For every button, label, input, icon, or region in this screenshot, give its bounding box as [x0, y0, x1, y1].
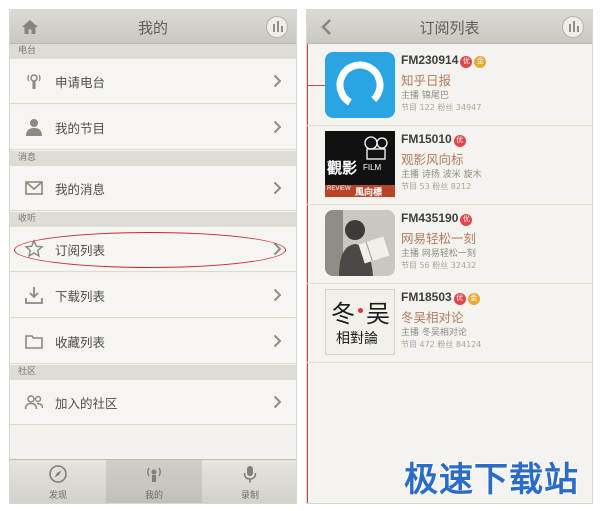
tab-record-label: 录制	[240, 491, 259, 501]
thumb-text: FILM	[363, 163, 382, 172]
subscription-item[interactable]: FM435190 优 网易轻松一刻 主播 网易轻松一刻 节目 56 粉丝 3243…	[307, 206, 592, 284]
thumb-text: 吴	[366, 300, 390, 328]
channel-stats: 节目 53 粉丝 8212	[401, 182, 472, 191]
verified-badge: 优	[453, 293, 466, 305]
section-community: 社区	[10, 365, 296, 380]
reading-man-thumbnail	[325, 210, 395, 276]
apply-radio-item[interactable]: 申请电台	[10, 59, 296, 104]
section-messages: 消息	[10, 151, 296, 166]
film-camera-icon	[364, 136, 388, 160]
compass-icon	[49, 465, 67, 483]
group-icon	[24, 395, 44, 410]
bottom-tab-bar: 发现 我的 录制	[10, 459, 296, 503]
my-programs-label: 我的节目	[55, 121, 106, 136]
envelope-icon	[25, 181, 43, 195]
site-watermark: 极速下载站	[404, 460, 579, 500]
fm-number: FM15010 优	[401, 132, 466, 147]
channel-name: 冬吴相对论	[401, 310, 464, 325]
film-review-thumbnail: 觀影 FILM REVIEW 風向標	[325, 131, 395, 197]
chevron-right-icon	[273, 395, 282, 409]
channel-host: 主播 网易轻松一刻	[401, 249, 476, 259]
channel-name: 观影风向标	[401, 152, 464, 167]
microphone-icon	[243, 466, 257, 483]
favorites-item[interactable]: 收藏列表	[10, 319, 296, 364]
tab-discover-label: 发现	[48, 491, 67, 501]
subscription-item[interactable]: 觀影 FILM REVIEW 風向標 FM15010 优 观影风向标 主播 诗扬 …	[307, 127, 592, 205]
joined-communities-label: 加入的社区	[55, 396, 118, 411]
left-top-bar: 我的	[10, 10, 296, 44]
thumb-text: 風向標	[355, 188, 383, 197]
thumb-text: 冬	[331, 300, 355, 328]
downloads-item[interactable]: 下载列表	[10, 273, 296, 318]
channel-host: 主播 诗扬 波米 旋木	[401, 170, 482, 180]
dongwu-thumbnail: 冬 吴 相對論	[325, 289, 395, 355]
section-radio: 电台	[10, 44, 296, 59]
thumb-text: REVIEW	[327, 186, 351, 192]
highlight-oval	[14, 232, 286, 268]
downloads-label: 下载列表	[55, 289, 106, 304]
subscription-item[interactable]: 冬 吴 相對論 FM18503 优金 冬吴相对论 主播 冬吴相对论 节目 472 …	[307, 285, 592, 363]
thumb-text: 觀影	[327, 159, 358, 177]
folder-icon	[25, 335, 43, 349]
channel-name: 网易轻松一刻	[401, 231, 477, 246]
tab-record[interactable]: 录制	[202, 460, 296, 503]
channel-stats: 节目 472 粉丝 84124	[401, 340, 482, 349]
thumb-text: 相對論	[336, 331, 378, 347]
fm-number: FM230914 优金	[401, 53, 487, 68]
chevron-right-icon	[273, 334, 282, 348]
channel-host: 主播 冬吴相对论	[401, 328, 467, 338]
my-messages-item[interactable]: 我的消息	[10, 166, 296, 211]
chevron-right-icon	[273, 181, 282, 195]
section-listen: 收听	[10, 212, 296, 227]
chevron-right-icon	[273, 288, 282, 302]
fm-number: FM435190 优	[401, 211, 473, 226]
gold-badge: 金	[467, 293, 480, 305]
zhihu-logo-thumbnail	[325, 52, 395, 118]
channel-host: 主播 锦尾巴	[401, 91, 449, 101]
favorites-label: 收藏列表	[55, 335, 106, 350]
verified-badge: 优	[453, 135, 466, 147]
red-dot	[358, 308, 363, 313]
channel-stats: 节目 122 粉丝 34947	[401, 103, 482, 112]
page-title: 我的	[137, 19, 168, 37]
joined-communities-item[interactable]: 加入的社区	[10, 380, 296, 425]
subscription-list-screen: 订阅列表 FM230914 优金 知乎日报 主播 锦尾巴 节目 122 粉丝 34…	[306, 9, 593, 504]
reading-man-photo	[325, 210, 395, 276]
chevron-right-icon	[273, 120, 282, 134]
tab-mine[interactable]: 我的	[106, 460, 202, 503]
apply-radio-label: 申请电台	[55, 75, 106, 90]
subscription-item[interactable]: FM230914 优金 知乎日报 主播 锦尾巴 节目 122 粉丝 34947	[307, 48, 592, 126]
equalizer-icon[interactable]	[562, 16, 584, 38]
right-top-bar: 订阅列表	[307, 10, 592, 44]
channel-stats: 节目 56 粉丝 32432	[401, 261, 477, 270]
verified-badge: 优	[460, 214, 473, 226]
download-icon	[25, 287, 43, 304]
gold-badge: 金	[474, 56, 487, 68]
my-messages-label: 我的消息	[55, 182, 106, 197]
radio-tower-icon	[147, 467, 161, 482]
verified-badge: 优	[460, 56, 473, 68]
page-title: 订阅列表	[419, 19, 480, 37]
fm-number: FM18503 优金	[401, 290, 480, 305]
person-icon	[26, 119, 42, 136]
channel-name: 知乎日报	[401, 73, 452, 88]
microphone-radio-icon	[27, 74, 41, 89]
zhihu-ring-icon	[336, 61, 384, 109]
equalizer-icon[interactable]	[266, 16, 288, 38]
tab-mine-label: 我的	[144, 491, 163, 501]
tab-discover[interactable]: 发现	[10, 460, 106, 503]
my-programs-item[interactable]: 我的节目	[10, 105, 296, 150]
chevron-right-icon	[273, 74, 282, 88]
